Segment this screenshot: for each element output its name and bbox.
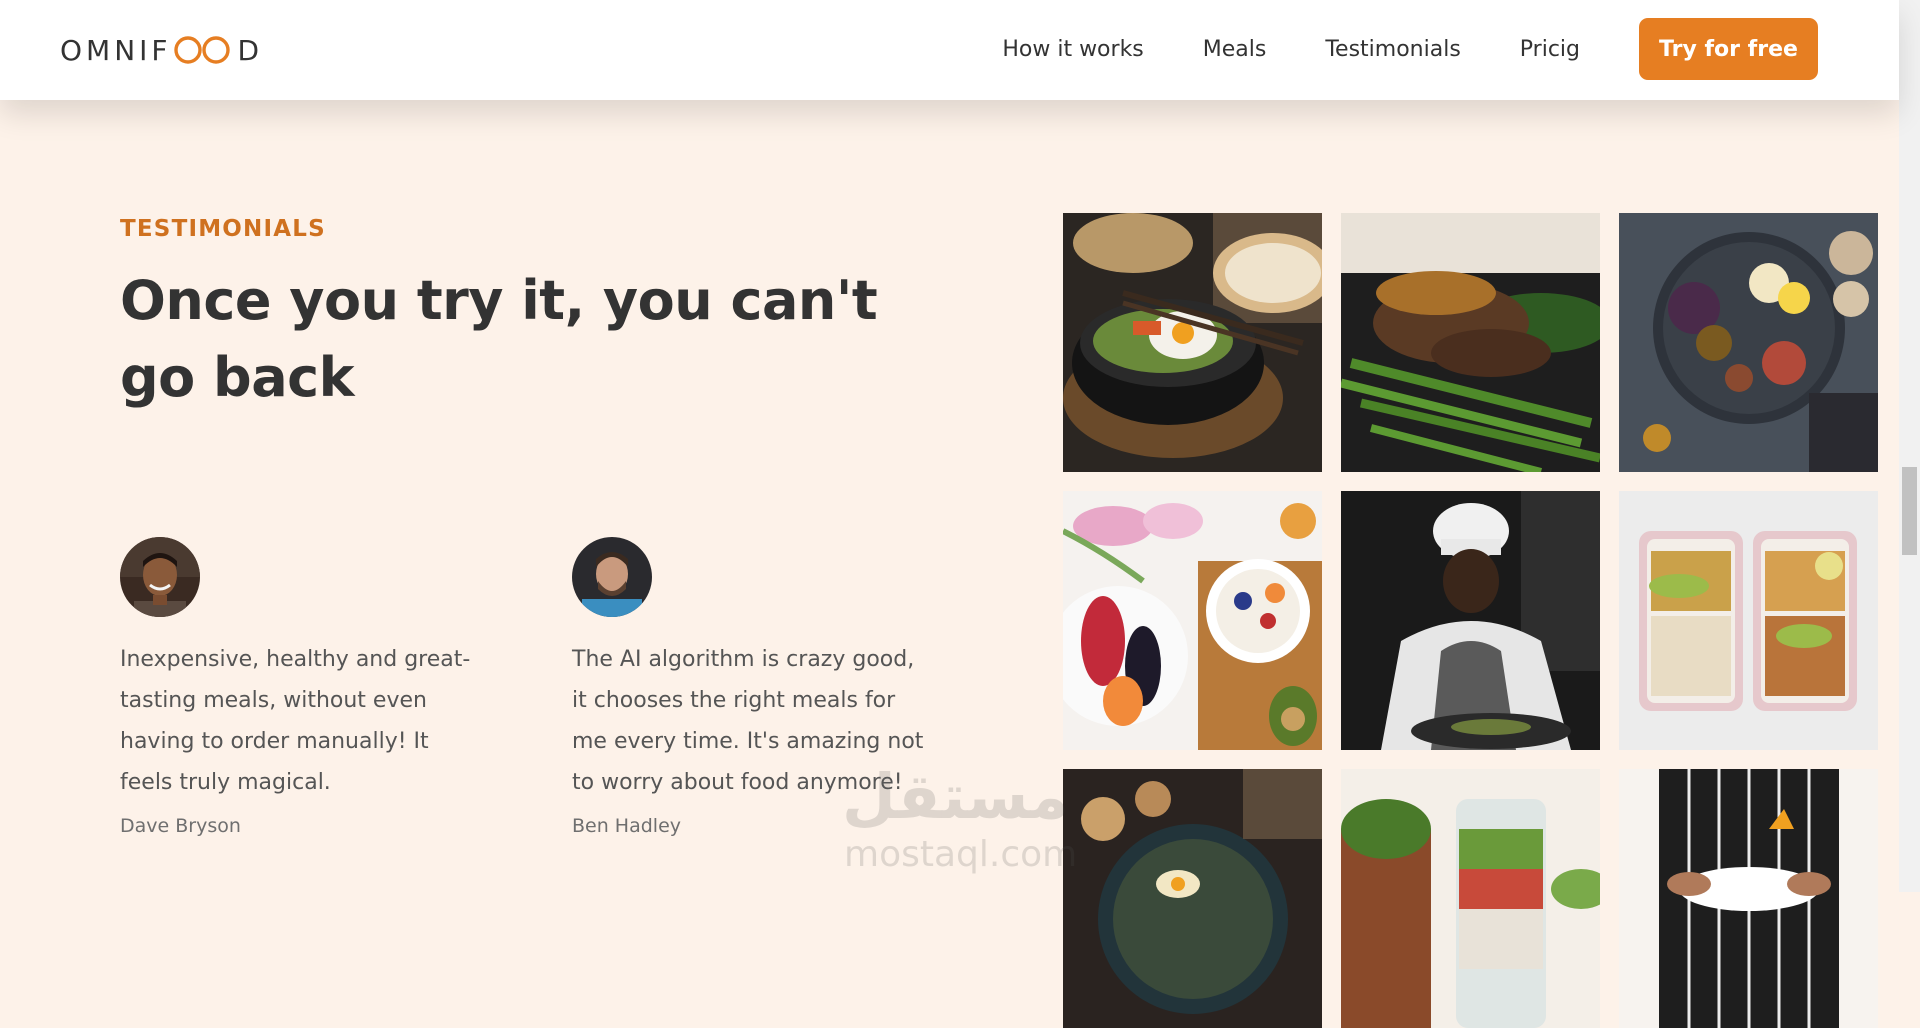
main-nav: How it works Meals Testimonials Pricig T… [1002,18,1818,80]
gallery-image [1619,769,1878,1028]
nav-pricing[interactable]: Pricig [1520,37,1580,62]
logo-text-left: OMNIF [60,33,172,67]
nav-testimonials[interactable]: Testimonials [1325,37,1460,62]
avatar [572,537,652,617]
gallery-image [1341,491,1600,750]
gallery-image [1619,491,1878,750]
gallery-image [1063,213,1322,472]
logo-text-right: D [237,33,264,67]
scrollbar-track[interactable] [1899,0,1920,892]
gallery-image [1341,213,1600,472]
avatar [120,537,200,617]
testimonial-quote: Inexpensive, healthy and great-tasting m… [120,647,471,795]
section-subheading: TESTIMONIALS [120,216,326,242]
logo-infinity-icon [173,36,230,64]
watermark-latin: mostaql.com [844,834,1078,875]
testimonial-author: Ben Hadley [572,815,682,837]
nav-how-it-works[interactable]: How it works [1002,37,1143,62]
testimonial-card: The AI algorithm is crazy good, it choos… [572,537,932,837]
section-heading: Once you try it, you can't go back [120,269,878,409]
site-header: OMNIF D How it works Meals Testimonials … [0,0,1899,100]
testimonial-author: Dave Bryson [120,815,241,837]
gallery-grid [1063,213,1878,1028]
testimonial-card: Inexpensive, healthy and great-tasting m… [120,537,480,837]
nav-meals[interactable]: Meals [1203,37,1267,62]
try-for-free-button[interactable]: Try for free [1639,18,1818,80]
gallery-image [1063,769,1322,1028]
gallery-image [1619,213,1878,472]
testimonial-quote: The AI algorithm is crazy good, it choos… [572,647,924,795]
scrollbar-thumb[interactable] [1902,467,1917,555]
gallery-image [1341,769,1600,1028]
logo[interactable]: OMNIF D [60,33,263,67]
gallery-image [1063,491,1322,750]
